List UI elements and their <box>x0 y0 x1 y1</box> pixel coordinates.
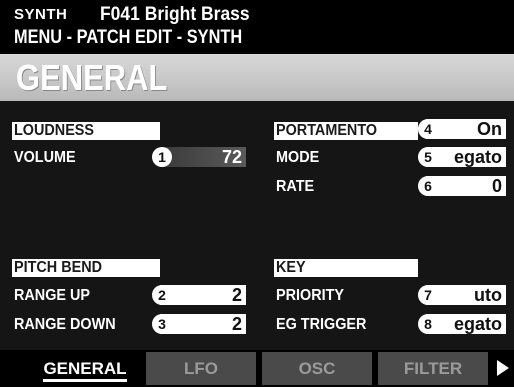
portamento-switch-value[interactable]: On <box>426 119 506 139</box>
tab-bar: GENERAL LFO OSC FILTER <box>0 350 514 387</box>
tab-osc-label: OSC <box>298 359 336 378</box>
tab-lfo-label: LFO <box>184 359 218 378</box>
param-number-badge: 8 <box>418 314 438 334</box>
range-up-label: RANGE UP <box>14 287 91 304</box>
param-number-badge: 6 <box>418 176 438 196</box>
tab-osc[interactable]: OSC <box>262 352 372 385</box>
volume-value[interactable]: 72 <box>160 147 246 167</box>
section-portamento-label: PORTAMENTO <box>276 122 378 139</box>
portamento-rate-value[interactable]: 0 <box>426 176 506 196</box>
section-key: KEY <box>274 259 418 277</box>
tab-general-label: GENERAL <box>43 359 127 382</box>
priority-value[interactable]: uto <box>426 285 506 305</box>
range-up-value[interactable]: 2 <box>160 285 246 305</box>
param-number-badge: 2 <box>152 285 172 305</box>
param-number-badge: 5 <box>418 147 438 167</box>
patch-name: F041 Bright Brass <box>100 4 250 25</box>
tab-filter-label: FILTER <box>403 359 463 378</box>
section-portamento: PORTAMENTO <box>274 122 418 140</box>
range-down-value[interactable]: 2 <box>160 314 246 334</box>
mode-label: SYNTH <box>14 6 68 23</box>
volume-label: VOLUME <box>14 149 76 166</box>
range-down-label: RANGE DOWN <box>14 316 116 333</box>
param-number-badge: 4 <box>418 119 438 139</box>
section-pitch-bend: PITCH BEND <box>12 259 160 277</box>
param-number-badge: 3 <box>152 314 172 334</box>
portamento-mode-value[interactable]: egato <box>426 147 506 167</box>
menu-path: MENU - PATCH EDIT - SYNTH <box>14 27 243 48</box>
section-loudness: LOUDNESS <box>12 122 160 140</box>
portamento-mode-label: MODE <box>276 149 320 166</box>
param-number-badge: 7 <box>418 285 438 305</box>
page-title: GENERAL <box>16 57 168 98</box>
title-band: GENERAL <box>0 54 514 101</box>
section-key-label: KEY <box>276 259 306 276</box>
tab-lfo[interactable]: LFO <box>146 352 256 385</box>
param-number-badge: 1 <box>152 147 172 167</box>
portamento-rate-label: RATE <box>276 178 315 195</box>
eg-trigger-label: EG TRIGGER <box>276 316 367 333</box>
tab-general[interactable]: GENERAL <box>30 352 140 385</box>
right-arrow-icon[interactable] <box>497 360 509 376</box>
eg-trigger-value[interactable]: egato <box>426 314 506 334</box>
priority-label: PRIORITY <box>276 287 345 304</box>
section-loudness-label: LOUDNESS <box>14 122 95 139</box>
section-pitch-bend-label: PITCH BEND <box>14 259 103 276</box>
tab-filter[interactable]: FILTER <box>378 352 488 385</box>
header-bar: SYNTH F041 Bright Brass MENU - PATCH EDI… <box>0 0 514 54</box>
